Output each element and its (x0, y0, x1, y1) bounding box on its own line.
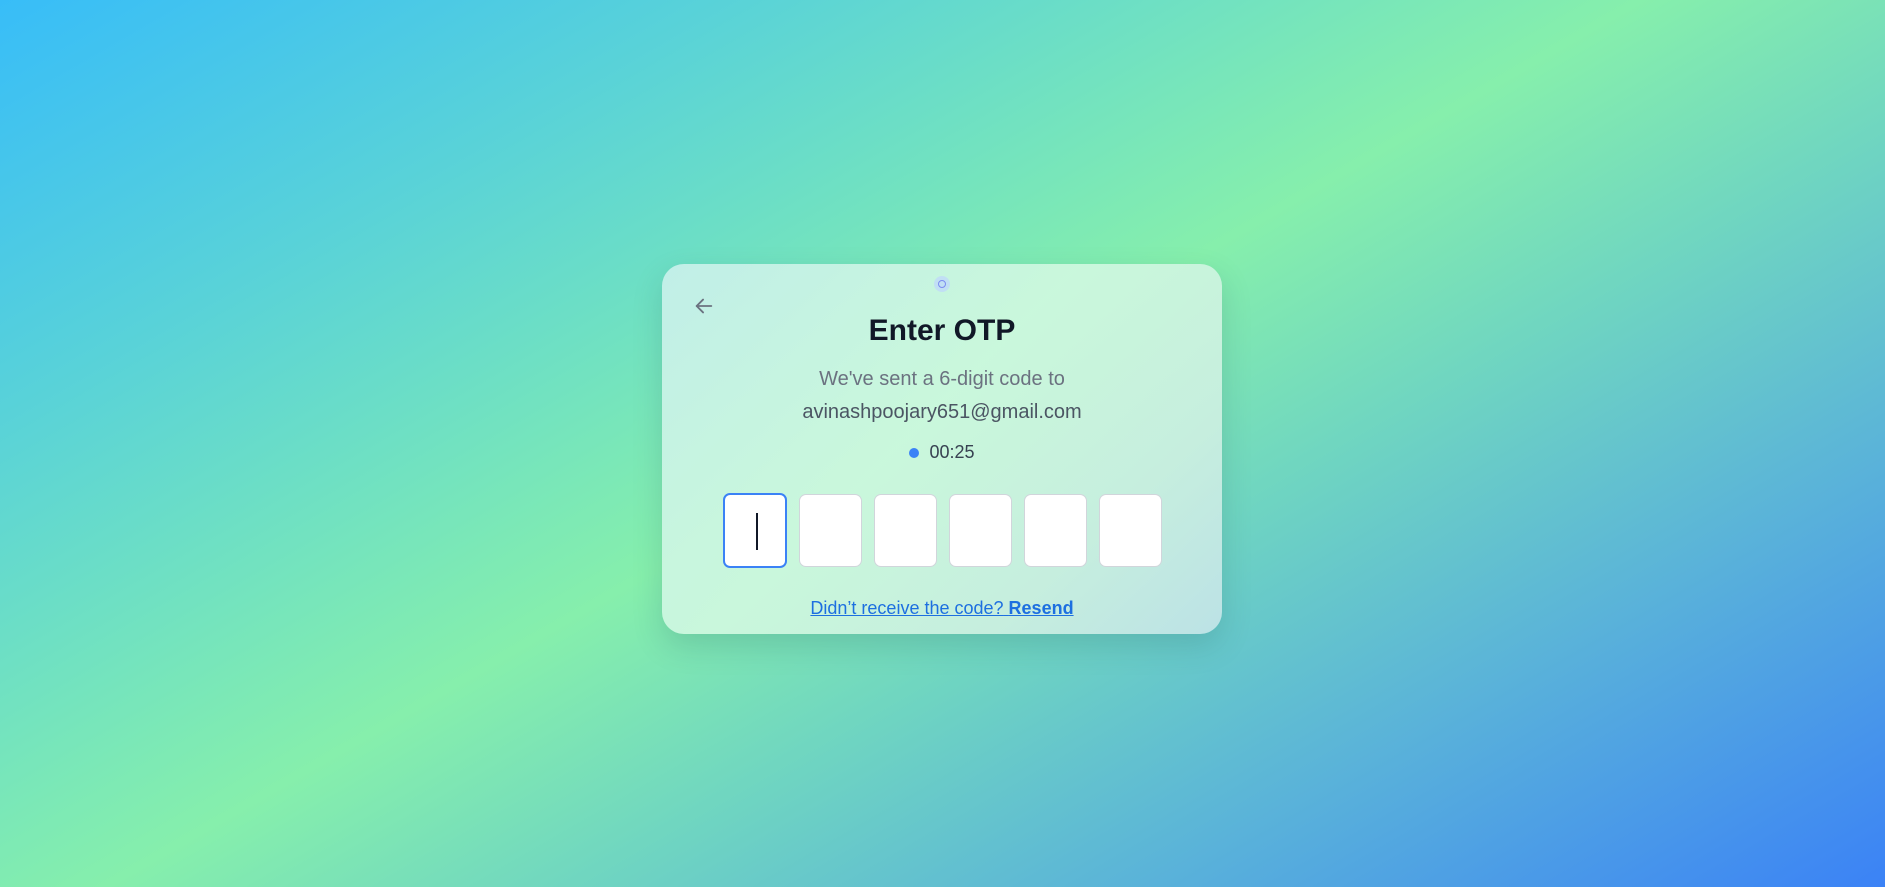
status-ring-icon (934, 276, 950, 292)
otp-subtitle: We've sent a 6-digit code to (819, 368, 1065, 390)
otp-digit-6[interactable] (1099, 494, 1162, 567)
resend-prompt: Didn’t receive the code? (810, 598, 1004, 618)
otp-digit-3[interactable] (874, 494, 937, 567)
otp-email: avinashpoojary651@gmail.com (802, 401, 1082, 423)
otp-digit-2[interactable] (799, 494, 862, 567)
otp-card: Enter OTP We've sent a 6-digit code to a… (662, 264, 1222, 634)
page-title: Enter OTP (868, 314, 1016, 347)
countdown-timer: 00:25 (662, 442, 1222, 463)
resend-action: Resend (1008, 598, 1074, 618)
timer-dot-icon (909, 447, 920, 458)
otp-digit-5[interactable] (1024, 494, 1087, 567)
otp-input-group (723, 493, 1162, 568)
text-caret (756, 513, 758, 550)
timer-text: 00:25 (929, 442, 975, 462)
otp-digit-1[interactable] (723, 493, 787, 568)
otp-digit-4[interactable] (949, 494, 1012, 567)
resend-link[interactable]: Didn’t receive the code? Resend (662, 598, 1222, 619)
